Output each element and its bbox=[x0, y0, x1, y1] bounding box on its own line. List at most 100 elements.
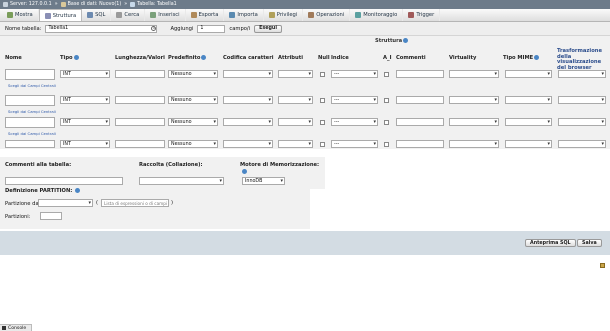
column-name-input[interactable] bbox=[5, 95, 55, 106]
column-name-input[interactable] bbox=[5, 69, 55, 80]
column-transformation-select[interactable] bbox=[558, 96, 606, 104]
column-collation-select[interactable] bbox=[223, 118, 273, 126]
column-virtuality-select[interactable] bbox=[449, 96, 499, 104]
help-icon[interactable] bbox=[403, 38, 409, 43]
column-ai-checkbox[interactable] bbox=[384, 97, 389, 103]
column-default-select[interactable]: Nessuno bbox=[168, 96, 218, 104]
column-null-checkbox[interactable] bbox=[320, 141, 325, 147]
column-index-select[interactable]: --- bbox=[331, 70, 378, 78]
help-icon[interactable] bbox=[73, 55, 79, 60]
partitions-count-input[interactable] bbox=[40, 212, 62, 220]
column-mime-select[interactable] bbox=[505, 118, 552, 126]
column-name-input[interactable] bbox=[5, 140, 55, 148]
column-header-index: Indice bbox=[331, 55, 349, 61]
column-type-select[interactable]: INT bbox=[60, 96, 110, 104]
column-collation-select[interactable] bbox=[223, 140, 273, 148]
help-icon[interactable] bbox=[75, 188, 81, 193]
pick-central-columns-link[interactable]: Scegli dai Campi Centrali bbox=[8, 83, 56, 88]
table-collation-select[interactable] bbox=[139, 177, 224, 185]
table-comments-input[interactable] bbox=[5, 177, 123, 185]
tab-monitoraggio[interactable]: Monitoraggio bbox=[350, 9, 404, 21]
column-default-select[interactable]: Nessuno bbox=[168, 140, 218, 148]
help-icon[interactable] bbox=[534, 55, 540, 60]
tab-trigger[interactable]: Trigger bbox=[403, 9, 441, 21]
console-toggle[interactable]: Console bbox=[0, 324, 32, 331]
pick-central-columns-link[interactable]: Scegli dai Campi Centrali bbox=[8, 131, 56, 136]
column-collation-select[interactable] bbox=[223, 96, 273, 104]
database-icon bbox=[60, 2, 66, 7]
tab-privilegi[interactable]: Privilegi bbox=[264, 9, 304, 21]
tab-cerca[interactable]: Cerca bbox=[111, 9, 146, 21]
tab-importa[interactable]: Importa bbox=[224, 9, 264, 21]
browse-icon bbox=[7, 12, 13, 18]
column-index-select[interactable]: --- bbox=[331, 118, 378, 126]
structure-icon bbox=[44, 12, 51, 19]
column-virtuality-select[interactable] bbox=[449, 70, 499, 78]
breadcrumb-server[interactable]: Server: 127.0.0.1 bbox=[3, 2, 52, 7]
column-comments-input[interactable] bbox=[396, 70, 444, 78]
help-icon[interactable] bbox=[201, 55, 207, 60]
column-attributes-select[interactable] bbox=[278, 96, 313, 104]
column-length-input[interactable] bbox=[115, 96, 165, 104]
column-index-select[interactable]: --- bbox=[331, 140, 378, 148]
help-icon[interactable] bbox=[242, 169, 247, 174]
column-type-select[interactable]: INT bbox=[60, 70, 110, 78]
go-button[interactable]: Esegui bbox=[254, 24, 282, 33]
partition-by-select[interactable] bbox=[38, 199, 93, 207]
column-attributes-select[interactable] bbox=[278, 118, 313, 126]
column-transformation-select[interactable] bbox=[558, 118, 606, 126]
column-null-checkbox[interactable] bbox=[320, 119, 325, 125]
page-settings-icon[interactable] bbox=[600, 263, 605, 268]
column-collation-select[interactable] bbox=[223, 70, 273, 78]
column-header-length: Lunghezza/Valori bbox=[115, 55, 165, 61]
column-null-checkbox[interactable] bbox=[320, 97, 325, 103]
table-name-input[interactable]: Tabella1 bbox=[45, 24, 158, 33]
column-attributes-select[interactable] bbox=[278, 70, 313, 78]
breadcrumb-table-label[interactable]: Tabella: Tabella1 bbox=[137, 2, 177, 7]
column-length-input[interactable] bbox=[115, 118, 165, 126]
column-null-checkbox[interactable] bbox=[320, 71, 325, 77]
column-header-name: Nome bbox=[5, 55, 22, 61]
partition-expression-input[interactable]: Lista di espressioni o di campi bbox=[101, 199, 169, 207]
column-index-select[interactable]: --- bbox=[331, 96, 378, 104]
save-button[interactable]: Salva bbox=[577, 239, 602, 247]
column-comments-input[interactable] bbox=[396, 140, 444, 148]
column-length-input[interactable] bbox=[115, 140, 165, 148]
tab-mostra[interactable]: Mostra bbox=[2, 9, 39, 21]
column-transformation-select[interactable] bbox=[558, 140, 606, 148]
column-mime-select[interactable] bbox=[505, 96, 552, 104]
tab-sql[interactable]: SQL bbox=[82, 9, 112, 21]
breadcrumb-database-label[interactable]: Base di dati: Nuovo(1) bbox=[68, 2, 122, 7]
tab-struttura[interactable]: Struttura bbox=[38, 9, 83, 21]
column-mime-select[interactable] bbox=[505, 140, 552, 148]
breadcrumb-table[interactable]: Tabella: Tabella1 bbox=[130, 2, 177, 7]
column-length-input[interactable] bbox=[115, 70, 165, 78]
pick-central-columns-link[interactable]: Scegli dai Campi Centrali bbox=[8, 109, 56, 114]
partition-panel bbox=[0, 189, 310, 229]
column-type-select[interactable]: INT bbox=[60, 140, 110, 148]
column-default-select[interactable]: Nessuno bbox=[168, 70, 218, 78]
column-default-select[interactable]: Nessuno bbox=[168, 118, 218, 126]
column-comments-input[interactable] bbox=[396, 96, 444, 104]
tab-esporta[interactable]: Esporta bbox=[186, 9, 225, 21]
storage-engine-label-text: Motore di Memorizzazione: bbox=[240, 162, 320, 168]
breadcrumb-server-label[interactable]: Server: 127.0.0.1 bbox=[10, 2, 52, 7]
column-mime-select[interactable] bbox=[505, 70, 552, 78]
storage-engine-select[interactable]: InnoDB bbox=[242, 177, 285, 185]
column-ai-checkbox[interactable] bbox=[384, 141, 389, 147]
column-ai-checkbox[interactable] bbox=[384, 119, 389, 125]
column-virtuality-select[interactable] bbox=[449, 140, 499, 148]
tab-operazioni[interactable]: Operazioni bbox=[303, 9, 351, 21]
structure-panel bbox=[0, 35, 610, 149]
breadcrumb-database[interactable]: Base di dati: Nuovo(1) bbox=[60, 2, 122, 7]
column-virtuality-select[interactable] bbox=[449, 118, 499, 126]
column-ai-checkbox[interactable] bbox=[384, 71, 389, 77]
add-columns-count-input[interactable]: 1 bbox=[197, 24, 226, 33]
column-type-select[interactable]: INT bbox=[60, 118, 110, 126]
column-transformation-select[interactable] bbox=[558, 70, 606, 78]
preview-sql-button[interactable]: Anteprima SQL bbox=[525, 239, 576, 247]
tab-inserisci[interactable]: Inserisci bbox=[145, 9, 186, 21]
column-comments-input[interactable] bbox=[396, 118, 444, 126]
column-attributes-select[interactable] bbox=[278, 140, 313, 148]
column-name-input[interactable] bbox=[5, 117, 55, 128]
